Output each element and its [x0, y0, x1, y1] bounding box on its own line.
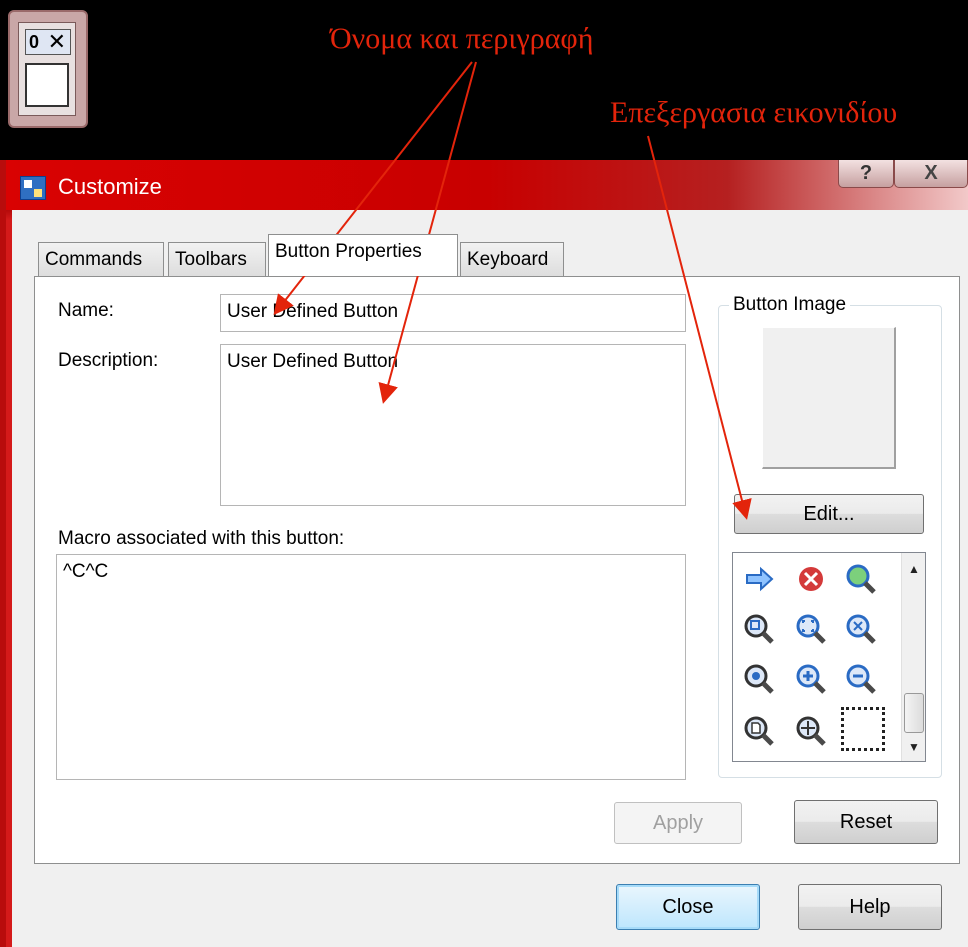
cancel-icon[interactable] [791, 559, 831, 599]
help-button[interactable]: Help [798, 884, 942, 930]
scroll-thumb[interactable] [904, 693, 924, 733]
zoom-all-icon[interactable] [841, 609, 881, 649]
icon-list[interactable]: ▲ ▼ [732, 552, 926, 762]
tab-toolbars[interactable]: Toolbars [168, 242, 266, 278]
mini-toolbar-body: 0 ✕ [18, 22, 76, 116]
mini-toolbar-header[interactable]: 0 ✕ [25, 29, 71, 55]
zoom-extents-icon[interactable] [791, 609, 831, 649]
blank-icon-selected[interactable] [841, 707, 885, 751]
scroll-down-icon[interactable]: ▼ [902, 735, 926, 759]
arrow-right-icon[interactable] [739, 559, 779, 599]
zoom-previous-icon[interactable] [739, 711, 779, 751]
close-icon[interactable]: ✕ [48, 30, 66, 54]
pan-icon[interactable] [791, 711, 831, 751]
macro-field[interactable]: ^C^C [56, 554, 686, 780]
name-field[interactable]: User Defined Button [220, 294, 686, 332]
close-title-button[interactable]: X [894, 160, 968, 188]
button-image-label: Button Image [733, 294, 847, 315]
zoom-center-icon[interactable] [739, 659, 779, 699]
scroll-up-icon[interactable]: ▲ [902, 557, 926, 581]
apply-button[interactable]: Apply [614, 802, 742, 844]
reset-button[interactable]: Reset [794, 800, 938, 844]
close-button[interactable]: Close [616, 884, 760, 930]
annotation-edit-icon: Επεξεργασια εικονιδίου [610, 96, 898, 129]
mini-toolbar-number: 0 [29, 32, 40, 52]
button-image-preview [762, 327, 896, 469]
zoom-window-icon[interactable] [739, 609, 779, 649]
description-label: Description: [58, 350, 159, 371]
title-bar[interactable]: Customize ? X [6, 160, 968, 210]
customize-icon [20, 176, 46, 200]
zoom-out-icon[interactable] [841, 659, 881, 699]
mini-toolbar: 0 ✕ [8, 10, 88, 128]
tab-commands[interactable]: Commands [38, 242, 164, 278]
name-label: Name: [58, 300, 114, 321]
zoom-realtime-icon[interactable] [841, 559, 881, 599]
tab-button-properties[interactable]: Button Properties [268, 234, 458, 276]
user-defined-button-preview[interactable] [25, 63, 69, 107]
icon-list-scrollbar[interactable]: ▲ ▼ [901, 553, 925, 761]
annotation-name-description: Όνομα και περιγραφή [330, 22, 594, 55]
help-title-button[interactable]: ? [838, 160, 894, 188]
tab-keyboard[interactable]: Keyboard [460, 242, 564, 278]
macro-label: Macro associated with this button: [58, 528, 345, 549]
description-field[interactable]: User Defined Button [220, 344, 686, 506]
window-title: Customize [58, 174, 162, 199]
zoom-in-icon[interactable] [791, 659, 831, 699]
edit-button[interactable]: Edit... [734, 494, 924, 534]
